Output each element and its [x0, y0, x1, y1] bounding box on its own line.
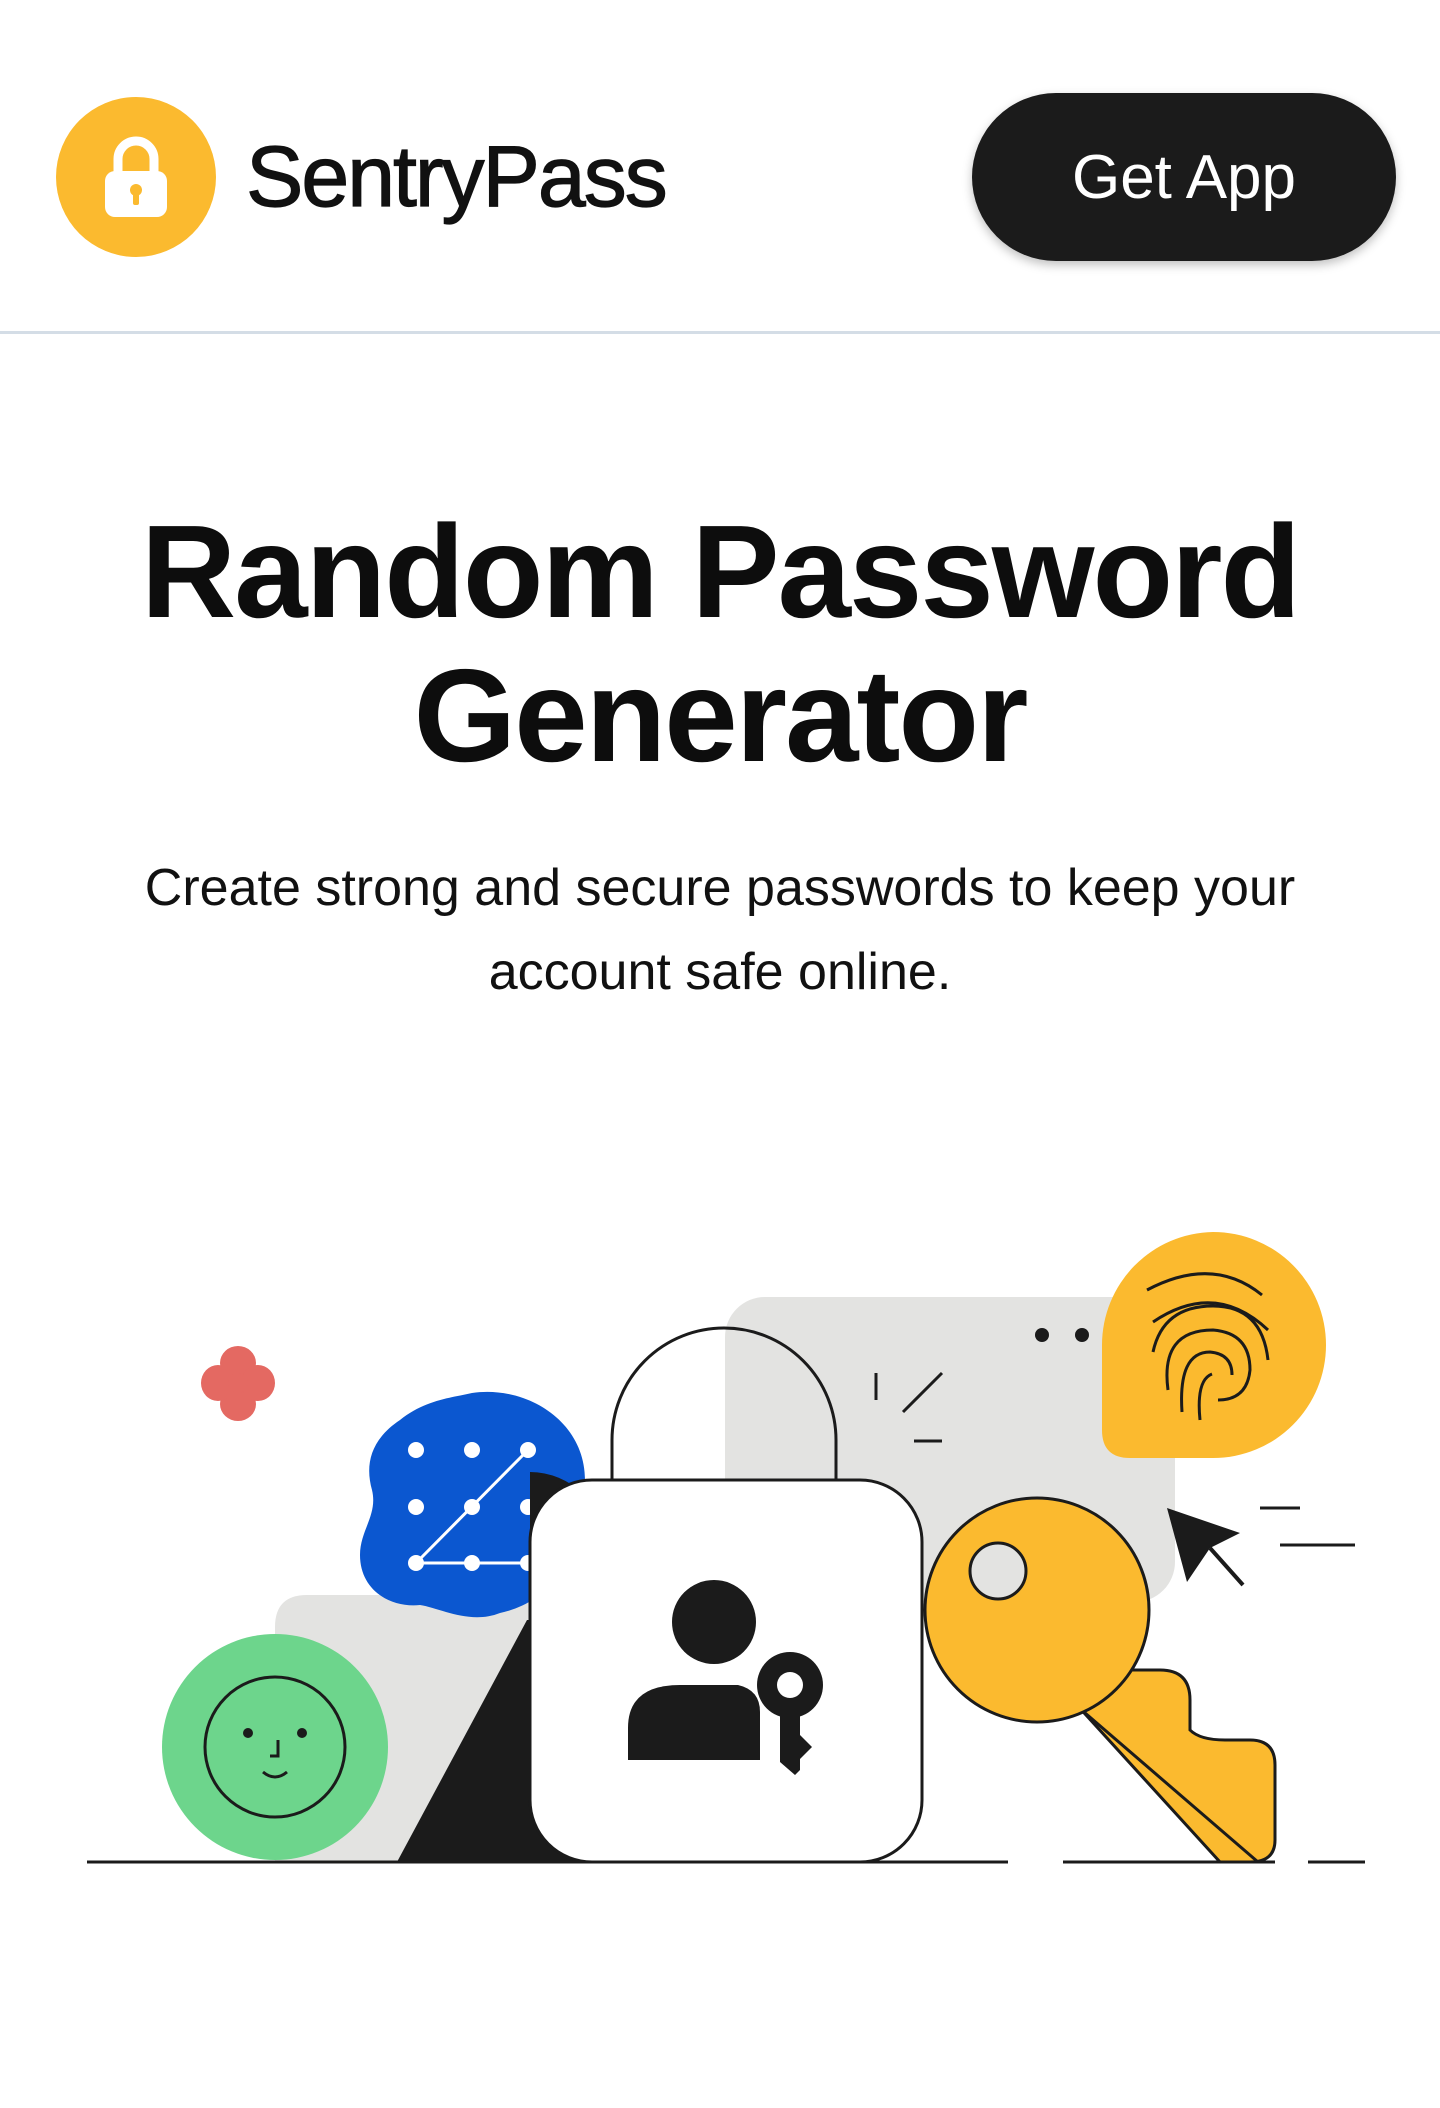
- cursor-icon: [1167, 1508, 1245, 1587]
- lock-body: [528, 1478, 924, 1864]
- flower-icon: [201, 1346, 275, 1421]
- get-app-button[interactable]: Get App: [972, 93, 1396, 261]
- face-icon: [162, 1634, 388, 1860]
- site-header: SentryPass Get App: [0, 0, 1440, 334]
- brand-name: SentryPass: [245, 128, 668, 225]
- padlock-icon: [56, 97, 216, 257]
- page-subtitle: Create strong and secure passwords to ke…: [144, 859, 1296, 1001]
- hero-illustration: [0, 1200, 1440, 1920]
- motion-lines: [1260, 1506, 1355, 1547]
- dot-2: [1075, 1328, 1089, 1342]
- dot-1: [1035, 1328, 1049, 1342]
- page-title: Random Password Generator: [140, 498, 1301, 789]
- key-icon: [923, 1496, 1277, 1864]
- brand-link[interactable]: SentryPass: [56, 97, 668, 257]
- fingerprint-icon: [1102, 1232, 1326, 1458]
